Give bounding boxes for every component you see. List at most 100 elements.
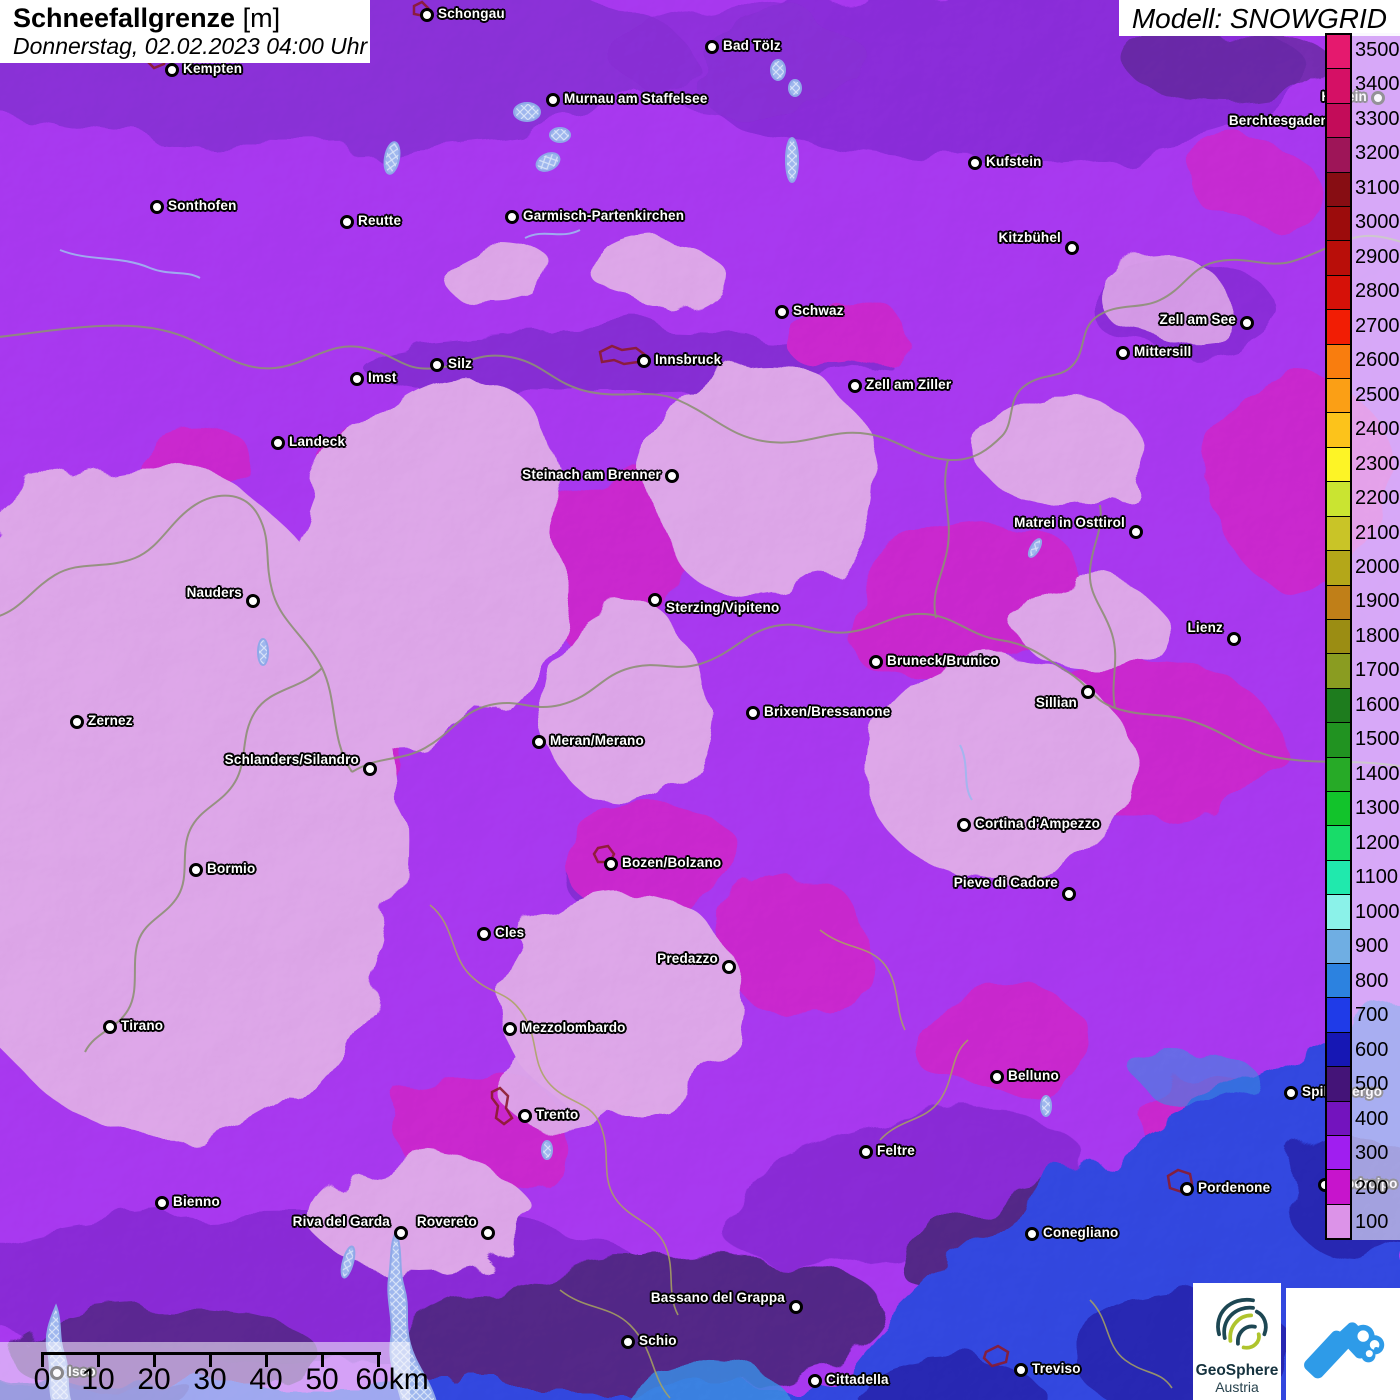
city-label: Lienz: [1187, 620, 1223, 635]
colorbar-labels: 3500340033003200310030002900280027002600…: [1352, 33, 1400, 1240]
colorbar-tick-label: 2900: [1352, 240, 1400, 274]
scale-bar-label: 20: [137, 1363, 170, 1397]
city-dot-icon: [990, 1070, 1004, 1084]
colorbar-tick-label: 1200: [1352, 826, 1400, 860]
city-dot-icon: [420, 8, 434, 22]
colorbar-tick-label: 200: [1352, 1171, 1400, 1205]
city-label: Murnau am Staffelsee: [564, 91, 708, 106]
colorbar-cells: [1325, 33, 1352, 1240]
city-label: Landeck: [289, 434, 345, 449]
colorbar-cell: [1327, 723, 1350, 757]
city-dot-icon: [1025, 1227, 1039, 1241]
city-dot-icon: [246, 594, 260, 608]
city-label: Imst: [368, 370, 397, 385]
city-label: Rovereto: [417, 1214, 477, 1229]
colorbar-cell: [1327, 1067, 1350, 1101]
colorbar-cell: [1327, 1102, 1350, 1136]
colorbar-tick-label: 700: [1352, 999, 1400, 1033]
colorbar-tick-label: 3300: [1352, 102, 1400, 136]
colorbar-cell: [1327, 998, 1350, 1032]
colorbar-tick-label: 3100: [1352, 171, 1400, 205]
city-label: Cles: [495, 925, 524, 940]
colorbar-cell: [1327, 310, 1350, 344]
colorbar-tick-label: 3500: [1352, 33, 1400, 67]
colorbar-tick-label: 2400: [1352, 412, 1400, 446]
city-dot-icon: [189, 863, 203, 877]
colorbar-cell: [1327, 826, 1350, 860]
colorbar-cell: [1327, 586, 1350, 620]
colorbar-tick-label: 300: [1352, 1137, 1400, 1171]
colorbar-cell: [1327, 1170, 1350, 1204]
colorbar-cell: [1327, 517, 1350, 551]
colorbar-tick-label: 100: [1352, 1205, 1400, 1239]
city-label: Zell am Ziller: [866, 377, 951, 392]
colorbar-cell: [1327, 792, 1350, 826]
mountain-cloud-logo-icon: [1293, 1294, 1393, 1394]
city-label: Innsbruck: [655, 352, 721, 367]
city-dot-icon: [968, 156, 982, 170]
colorbar-cell: [1327, 276, 1350, 310]
page-title: Schneefallgrenze [m]: [13, 4, 370, 33]
colorbar-tick-label: 3000: [1352, 205, 1400, 239]
city-dot-icon: [1081, 685, 1095, 699]
colorbar-tick-label: 600: [1352, 1033, 1400, 1067]
colorbar-tick-label: 1500: [1352, 723, 1400, 757]
colorbar-tick-label: 1000: [1352, 895, 1400, 929]
title-box: Schneefallgrenze [m] Donnerstag, 02.02.2…: [0, 0, 370, 63]
scale-bar-label: 30: [193, 1363, 226, 1397]
city-dot-icon: [155, 1196, 169, 1210]
city-label: Nauders: [187, 585, 242, 600]
snowfall-map-page: SchongauBad TölzKemptenMurnau am Staffel…: [0, 0, 1400, 1400]
colorbar-tick-label: 2200: [1352, 481, 1400, 515]
city-label: Pordenone: [1198, 1180, 1270, 1195]
scale-bar-label: 60km: [355, 1363, 428, 1397]
colorbar-tick-label: 800: [1352, 964, 1400, 998]
city-dot-icon: [722, 960, 736, 974]
colorbar-tick-label: 1300: [1352, 792, 1400, 826]
city-dot-icon: [1180, 1182, 1194, 1196]
colorbar-cell: [1327, 379, 1350, 413]
city-label: Trento: [536, 1107, 578, 1122]
city-label: Pieve di Cadore: [954, 875, 1058, 890]
city-dot-icon: [340, 215, 354, 229]
scale-bar-label: 50: [305, 1363, 338, 1397]
colorbar-cell: [1327, 620, 1350, 654]
city-label: Sillian: [1036, 695, 1077, 710]
city-dot-icon: [546, 93, 560, 107]
colorbar-cell: [1327, 758, 1350, 792]
city-dot-icon: [1065, 241, 1079, 255]
city-label: Brixen/Bressanone: [764, 704, 890, 719]
model-box: Modell: SNOWGRID: [1119, 0, 1400, 36]
city-label: Riva del Garda: [293, 1214, 390, 1229]
model-label: Modell: SNOWGRID: [1132, 3, 1387, 35]
colorbar-tick-label: 1400: [1352, 757, 1400, 791]
colorbar-cell: [1327, 1205, 1350, 1238]
city-dot-icon: [481, 1226, 495, 1240]
city-dot-icon: [859, 1145, 873, 1159]
city-dot-icon: [705, 40, 719, 54]
city-dot-icon: [604, 857, 618, 871]
city-label: Bassano del Grappa: [651, 1290, 785, 1305]
city-label: Schwaz: [793, 303, 844, 318]
colorbar-cell: [1327, 930, 1350, 964]
colorbar-tick-label: 2100: [1352, 516, 1400, 550]
colorbar-tick-label: 1700: [1352, 654, 1400, 688]
colorbar-cell: [1327, 861, 1350, 895]
city-label: Kempten: [183, 61, 242, 76]
colorbar-cell: [1327, 241, 1350, 275]
scale-bar-label: 10: [81, 1363, 114, 1397]
city-label: Feltre: [877, 1143, 915, 1158]
city-dot-icon: [1240, 316, 1254, 330]
city-dot-icon: [271, 436, 285, 450]
city-label: Conegliano: [1043, 1225, 1119, 1240]
city-dot-icon: [957, 818, 971, 832]
city-dot-icon: [808, 1374, 822, 1388]
partner-logo-box: [1286, 1288, 1400, 1400]
city-dot-icon: [746, 706, 760, 720]
city-dot-icon: [70, 715, 84, 729]
city-label: Mittersill: [1134, 344, 1192, 359]
scale-bar-label: 40: [249, 1363, 282, 1397]
city-dot-icon: [394, 1226, 408, 1240]
city-label: Bienno: [173, 1194, 220, 1209]
city-label: Cortina d'Ampezzo: [975, 816, 1100, 831]
